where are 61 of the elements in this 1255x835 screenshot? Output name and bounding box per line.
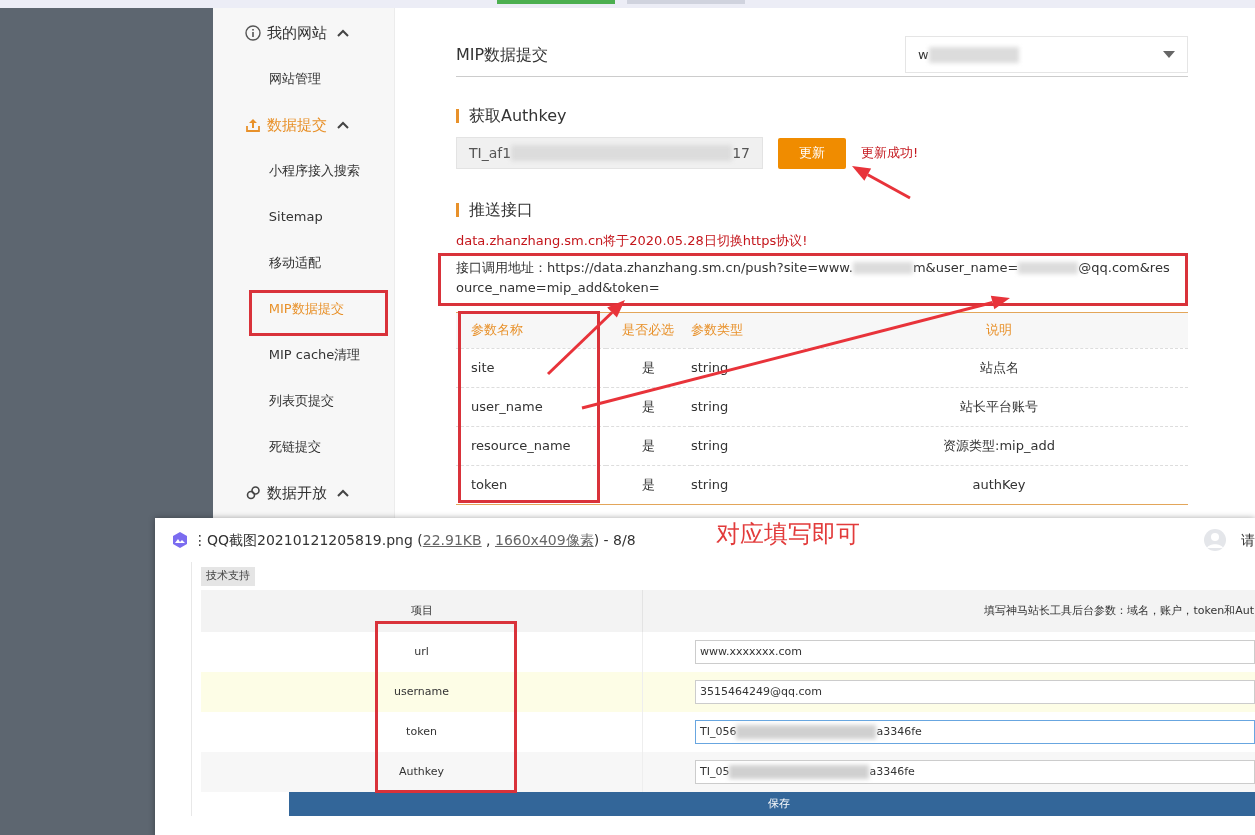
table-cell: string (691, 426, 811, 465)
tab[interactable] (497, 0, 615, 4)
column-header: 参数类型 (691, 312, 811, 348)
table-cell: token (456, 465, 606, 504)
table-cell: 资源类型:mip_add (811, 426, 1188, 465)
page-title: MIP数据提交 (456, 43, 549, 66)
caret-icon (336, 489, 349, 497)
sidebar-item[interactable]: 列表页提交 (212, 378, 394, 424)
column-header: 项目 (201, 590, 643, 632)
input-field[interactable]: 3515464249@qq.com (695, 680, 1255, 704)
app-icon (171, 531, 189, 549)
avatar-icon[interactable] (1203, 528, 1227, 552)
table-cell: site (456, 348, 606, 387)
input-field[interactable]: TI_05 a3346fe (695, 760, 1255, 784)
sidebar-item[interactable]: 死链提交 (212, 424, 394, 470)
section-title: 推送接口 (456, 203, 1188, 217)
column-header: 说明 (811, 312, 1188, 348)
notice-text: data.zhanzhang.sm.cn将于2020.05.28日切换https协议! (456, 232, 809, 250)
api-address: 接口调用地址：https://data.zhanzhang.sm.cn/push?site=www. m&user_name= @qq.com&resource_name=mip_add&token= (456, 258, 1170, 297)
input-field[interactable]: TI_056 a3346fe (695, 720, 1255, 744)
file-size-link[interactable]: 22.91KB (422, 531, 482, 548)
column-header: 填写神马站长工具后台参数：域名，账户，token和Aut (642, 590, 1255, 632)
caret-icon (336, 121, 349, 129)
sidebar-item[interactable]: MIP cache清理 (212, 332, 394, 378)
table-cell: resource_name (456, 426, 606, 465)
dimensions-link[interactable]: 1660x409像素 (495, 531, 594, 548)
table-cell: string (691, 387, 811, 426)
table-cell: user_name (456, 387, 606, 426)
upload-icon (244, 117, 261, 133)
table-cell: 站长平台账号 (811, 387, 1188, 426)
success-message: 更新成功! (861, 144, 919, 163)
window-title: ⋮QQ截图20210121205819.png (22.91KB , 1660x409像素) - 8/8 (193, 530, 636, 550)
sidebar-item[interactable]: 移动适配 (212, 240, 394, 286)
table-cell: 站点名 (811, 348, 1188, 387)
table-cell: 是 (606, 348, 691, 387)
sidebar-item[interactable]: Sitemap (212, 194, 394, 240)
link-icon (244, 485, 261, 501)
table-cell: username (201, 672, 643, 712)
table-cell: 是 (606, 387, 691, 426)
annotation-arrow (852, 166, 911, 200)
section-title: 获取Authkey (456, 109, 1188, 123)
table-cell: string (691, 465, 811, 504)
authkey-field[interactable]: TI_af1 17 (456, 137, 763, 169)
table-cell: 是 (606, 426, 691, 465)
save-button[interactable]: 保存 (289, 792, 1255, 816)
caret-icon (336, 29, 349, 37)
sidebar-item[interactable]: 小程序接入搜索 (212, 148, 394, 194)
site-select[interactable]: w (905, 36, 1188, 73)
sidebar-item[interactable]: 网站管理 (212, 56, 394, 102)
annotation-text: 对应填写即可 (716, 519, 860, 550)
support-button[interactable]: 技术支持 (201, 567, 255, 586)
column-header: 是否必选 (606, 312, 691, 348)
login-link[interactable]: 请 (1241, 529, 1255, 551)
input-field[interactable]: www.xxxxxxx.com (695, 640, 1255, 664)
table-cell: Authkey (201, 752, 643, 792)
dropdown-arrow-icon (1163, 51, 1175, 58)
sidebar-group[interactable]: 我的网站 (212, 10, 394, 56)
info-icon (244, 25, 261, 41)
table-cell: 是 (606, 465, 691, 504)
sidebar-group[interactable]: 数据开放 (212, 470, 394, 516)
table-cell: authKey (811, 465, 1188, 504)
